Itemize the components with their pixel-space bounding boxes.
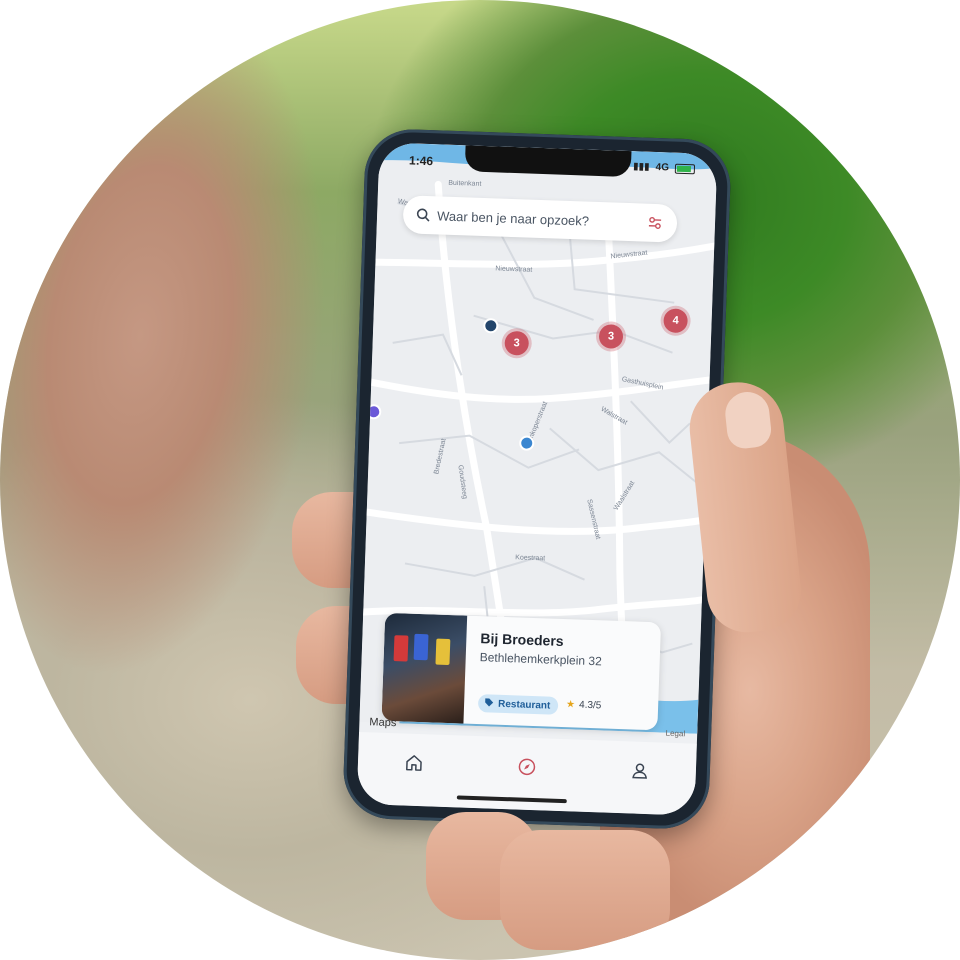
category-badge: Restaurant (477, 694, 559, 715)
search-icon (409, 207, 437, 222)
rating: ★ 4.3/5 (566, 699, 602, 711)
signal-icon: ▮▮▮ (632, 161, 650, 173)
cluster-count: 3 (513, 337, 520, 350)
maps-label: Maps (369, 716, 397, 730)
tab-profile[interactable] (619, 757, 660, 784)
network-label: 4G (655, 161, 670, 174)
place-address: Bethlehemkerkplein 32 (479, 650, 602, 669)
rating-value: 4.3/5 (578, 699, 602, 712)
star-icon: ★ (565, 699, 576, 711)
status-time: 1:46 (408, 153, 434, 169)
street-label: Buitenkant (448, 180, 481, 188)
legal-link[interactable]: Legal (665, 729, 685, 739)
compass-icon (518, 758, 536, 776)
filter-icon[interactable] (641, 216, 669, 229)
place-title: Bij Broeders (480, 630, 564, 650)
street-label: Goudsteeg (456, 465, 468, 500)
street-label: Bredestraat (433, 438, 447, 475)
user-icon (631, 763, 647, 779)
maps-attribution: Maps (369, 716, 396, 729)
street-label: Nieuwstraat (495, 265, 532, 273)
phone: 1:46 ▮▮▮ 4G Buitenkant Nieuwstraat Nieuw… (342, 127, 732, 831)
tab-bar (356, 731, 697, 816)
cluster-count: 3 (607, 330, 615, 343)
category-label: Restaurant (497, 698, 551, 712)
phone-screen: 1:46 ▮▮▮ 4G Buitenkant Nieuwstraat Nieuw… (356, 142, 718, 816)
home-icon (406, 755, 423, 771)
tab-explore[interactable] (506, 753, 547, 780)
battery-icon (674, 163, 696, 174)
cluster-count: 4 (672, 314, 679, 327)
background-photo: 1:46 ▮▮▮ 4G Buitenkant Nieuwstraat Nieuw… (0, 0, 960, 960)
place-photo (381, 612, 468, 724)
street-label: Koestraat (515, 554, 545, 562)
status-icons: ▮▮▮ 4G (632, 161, 696, 174)
finger (500, 830, 670, 950)
tag-icon (484, 697, 494, 710)
place-card[interactable]: Bij Broeders Bethlehemkerkplein 32 Resta… (381, 612, 662, 731)
tab-home[interactable] (394, 749, 435, 776)
search-input[interactable]: Waar ben je naar opzoek? (437, 208, 641, 230)
